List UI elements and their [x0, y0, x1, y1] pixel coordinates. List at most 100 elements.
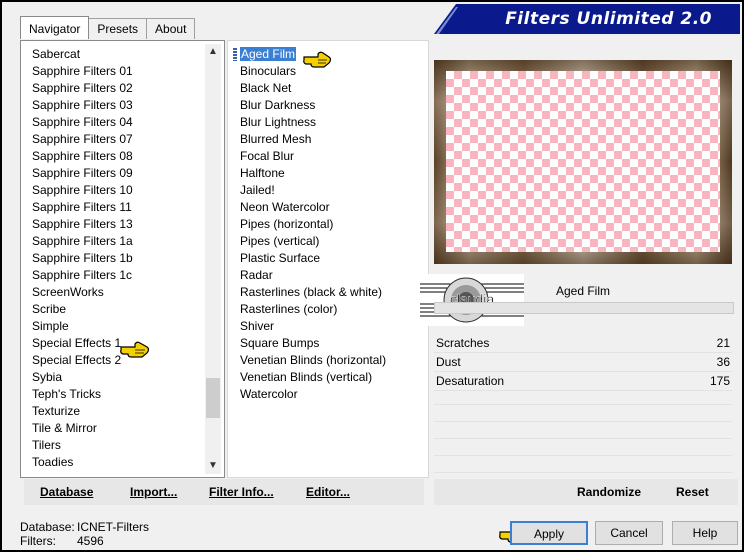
title-bar: Filters Unlimited 2.0: [434, 4, 740, 34]
filter-item[interactable]: Radar: [240, 267, 386, 284]
tab-about[interactable]: About: [146, 18, 196, 39]
filter-item[interactable]: Shiver: [240, 318, 386, 335]
category-item[interactable]: Sapphire Filters 04: [32, 114, 133, 131]
filter-item-label: Blur Darkness: [240, 98, 316, 112]
filter-item[interactable]: Pipes (vertical): [240, 233, 386, 250]
category-item[interactable]: Texturize: [32, 403, 133, 420]
parameter-value: 21: [716, 336, 730, 350]
filter-item[interactable]: Halftone: [240, 165, 386, 182]
randomize-button[interactable]: Randomize: [577, 479, 641, 505]
filter-item-label: Jailed!: [240, 183, 275, 197]
empty-parameter-row: [434, 456, 732, 473]
category-item[interactable]: Sapphire Filters 13: [32, 216, 133, 233]
category-item[interactable]: Sapphire Filters 02: [32, 80, 133, 97]
category-item[interactable]: Sapphire Filters 01: [32, 63, 133, 80]
filters-unlimited-window: Filters Unlimited 2.0 Navigator Presets …: [0, 0, 744, 552]
filter-item[interactable]: Square Bumps: [240, 335, 386, 352]
filter-item[interactable]: Focal Blur: [240, 148, 386, 165]
category-item[interactable]: Tile & Mirror: [32, 420, 133, 437]
category-item[interactable]: Simple: [32, 318, 133, 335]
category-item[interactable]: Tilers: [32, 437, 133, 454]
category-item[interactable]: Sapphire Filters 09: [32, 165, 133, 182]
filter-item[interactable]: Neon Watercolor: [240, 199, 386, 216]
scrollbar-thumb[interactable]: [206, 378, 220, 418]
database-button[interactable]: Database: [40, 479, 93, 505]
category-item[interactable]: Sapphire Filters 07: [32, 131, 133, 148]
category-item[interactable]: Sabercat: [32, 46, 133, 63]
filter-item-label: Shiver: [240, 319, 275, 333]
category-item[interactable]: Sapphire Filters 10: [32, 182, 133, 199]
empty-parameter-row: [434, 439, 732, 456]
filter-item[interactable]: Venetian Blinds (horizontal): [240, 352, 386, 369]
empty-parameter-row: [434, 388, 732, 405]
category-list-panel: Sabercat Sapphire Filters 01 Sapphire Filt…: [20, 40, 225, 478]
category-item[interactable]: Sapphire Filters 11: [32, 199, 133, 216]
category-item[interactable]: Special Effects 2: [32, 352, 133, 369]
filter-item-label: Blurred Mesh: [240, 132, 312, 146]
filters-count-value: 4596: [77, 534, 104, 548]
filter-item[interactable]: Watercolor: [240, 386, 386, 403]
empty-parameter-rows: [434, 388, 732, 473]
filter-info-button[interactable]: Filter Info...: [209, 479, 274, 505]
help-button[interactable]: Help: [672, 521, 738, 545]
filter-item[interactable]: Plastic Surface: [240, 250, 386, 267]
filter-item-label: Venetian Blinds (horizontal): [240, 353, 387, 367]
parameter-list: Scratches 21 Dust 36 Desaturation 175: [434, 334, 732, 391]
category-item[interactable]: Sybia: [32, 369, 133, 386]
category-item[interactable]: Sapphire Filters 1b: [32, 250, 133, 267]
category-item[interactable]: Sapphire Filters 1a: [32, 233, 133, 250]
parameter-label: Dust: [436, 355, 461, 369]
filter-list-panel: Aged Film Binoculars Black Net Blur Darknes…: [227, 40, 429, 478]
cancel-button[interactable]: Cancel: [595, 521, 663, 545]
status-area: Database: ICNET-Filters Filters: 4596: [20, 520, 149, 548]
window-title: Filters Unlimited 2.0: [505, 9, 712, 29]
filter-item-label: Focal Blur: [240, 149, 295, 163]
tab-navigator[interactable]: Navigator: [20, 16, 90, 39]
filter-item[interactable]: Venetian Blinds (vertical): [240, 369, 386, 386]
pointing-hand-icon: [120, 341, 150, 358]
filter-item-label: Rasterlines (black & white): [240, 285, 383, 299]
category-item[interactable]: Scribe: [32, 301, 133, 318]
category-scrollbar[interactable]: ▲ ▼: [205, 44, 221, 474]
category-item[interactable]: Special Effects 1: [32, 335, 133, 352]
pointing-hand-icon: [303, 51, 332, 68]
apply-button[interactable]: Apply: [510, 521, 588, 545]
import-button[interactable]: Import...: [130, 479, 177, 505]
filter-item-label: Pipes (horizontal): [240, 217, 334, 231]
filter-item-label: Rasterlines (color): [240, 302, 338, 316]
filter-item[interactable]: Blurred Mesh: [240, 131, 386, 148]
category-item[interactable]: Teph's Tricks: [32, 386, 133, 403]
category-item[interactable]: Toadies: [32, 454, 133, 471]
category-list: Sabercat Sapphire Filters 01 Sapphire Filt…: [32, 46, 133, 471]
database-value: ICNET-Filters: [77, 520, 149, 534]
category-item[interactable]: Sapphire Filters 03: [32, 97, 133, 114]
filter-item-label: Aged Film: [240, 47, 297, 61]
category-item[interactable]: Sapphire Filters 08: [32, 148, 133, 165]
category-item[interactable]: Sapphire Filters 1c: [32, 267, 133, 284]
database-label: Database:: [20, 520, 75, 534]
filter-name-bar: [434, 302, 734, 314]
arrow-up-icon[interactable]: ▲: [205, 44, 221, 60]
parameter-row[interactable]: Scratches 21: [434, 334, 732, 353]
reset-button[interactable]: Reset: [676, 479, 709, 505]
filter-item[interactable]: Jailed!: [240, 182, 386, 199]
parameter-label: Scratches: [436, 336, 490, 350]
filter-item[interactable]: Black Net: [240, 80, 386, 97]
arrow-down-icon[interactable]: ▼: [205, 458, 221, 474]
filter-list: Aged Film Binoculars Black Net Blur Darknes…: [240, 46, 386, 403]
selection-marker-icon: [233, 48, 237, 61]
editor-button[interactable]: Editor...: [306, 479, 350, 505]
filter-item[interactable]: Rasterlines (black & white): [240, 284, 386, 301]
empty-parameter-row: [434, 405, 732, 422]
parameter-row[interactable]: Dust 36: [434, 353, 732, 372]
filter-item-label: Watercolor: [240, 387, 298, 401]
filter-item-label: Radar: [240, 268, 273, 282]
preview-transparency-checker: [446, 71, 720, 252]
filter-item[interactable]: Rasterlines (color): [240, 301, 386, 318]
filter-item[interactable]: Pipes (horizontal): [240, 216, 386, 233]
category-item[interactable]: ScreenWorks: [32, 284, 133, 301]
tab-presets[interactable]: Presets: [88, 18, 148, 39]
parameter-value: 36: [716, 355, 730, 369]
filter-item[interactable]: Blur Lightness: [240, 114, 386, 131]
filter-item[interactable]: Blur Darkness: [240, 97, 386, 114]
